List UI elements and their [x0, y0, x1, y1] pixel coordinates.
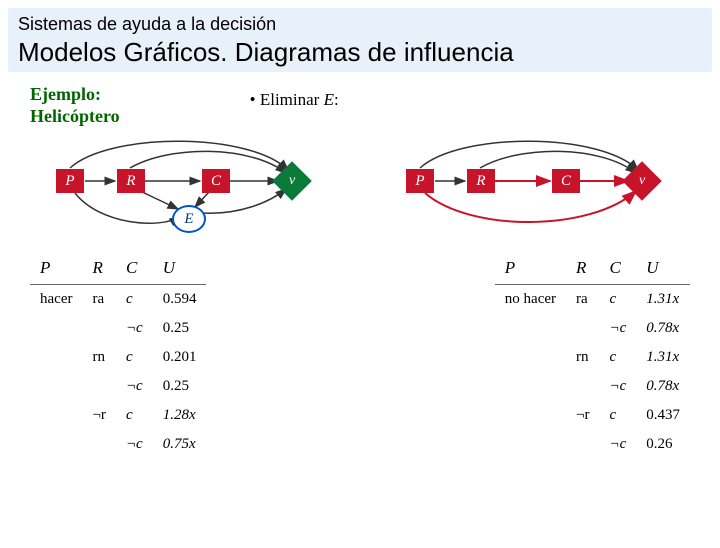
- table-row: ¬rc1.28x: [30, 401, 206, 430]
- diagrams-row: P R C E v: [0, 127, 720, 247]
- bullet-var: E: [324, 90, 334, 109]
- header: Sistemas de ayuda a la decisión Modelos …: [8, 8, 712, 72]
- bullet-prefix: • Eliminar: [250, 90, 324, 109]
- table-row: ¬c0.78x: [495, 314, 690, 343]
- node-E: E: [172, 205, 206, 233]
- table-row: ¬c0.26: [495, 430, 690, 459]
- th-P: P: [30, 252, 82, 285]
- th-P-r: P: [495, 252, 566, 285]
- example-line2: Helicóptero: [30, 106, 120, 126]
- page-subtitle: Sistemas de ayuda a la decisión: [18, 14, 702, 35]
- table-row: rnc0.201: [30, 343, 206, 372]
- node-P: P: [56, 169, 84, 193]
- th-C: C: [116, 252, 153, 285]
- node-v-left: v: [272, 161, 312, 201]
- diagram-right: P R C v: [380, 137, 690, 247]
- node-C-r: C: [552, 169, 580, 193]
- table-row: ¬c0.75x: [30, 430, 206, 459]
- table-row: ¬c0.25: [30, 372, 206, 401]
- example-label: Ejemplo: Helicóptero: [30, 84, 120, 127]
- th-U: U: [153, 252, 207, 285]
- eliminate-bullet: • Eliminar E:: [250, 90, 339, 127]
- page-title: Modelos Gráficos. Diagramas de influenci…: [18, 37, 702, 68]
- table-row: ¬c0.25: [30, 314, 206, 343]
- node-P-r: P: [406, 169, 434, 193]
- node-v-right: v: [622, 161, 662, 201]
- node-R: R: [117, 169, 145, 193]
- example-row: Ejemplo: Helicóptero • Eliminar E:: [30, 84, 720, 127]
- example-line1: Ejemplo:: [30, 84, 101, 104]
- th-U-r: U: [636, 252, 690, 285]
- th-R-r: R: [566, 252, 599, 285]
- th-C-r: C: [599, 252, 636, 285]
- table-row: ¬rc0.437: [495, 401, 690, 430]
- tables-row: P R C U hacerrac0.594 ¬c0.25 rnc0.201 ¬c…: [0, 247, 720, 459]
- diagram-left: P R C E v: [30, 137, 340, 247]
- th-R: R: [82, 252, 115, 285]
- utility-table-left: P R C U hacerrac0.594 ¬c0.25 rnc0.201 ¬c…: [30, 252, 206, 459]
- node-C: C: [202, 169, 230, 193]
- bullet-suffix: :: [334, 90, 339, 109]
- table-row: no hacerrac1.31x: [495, 285, 690, 315]
- utility-table-right: P R C U no hacerrac1.31x ¬c0.78x rnc1.31…: [495, 252, 690, 459]
- table-row: ¬c0.78x: [495, 372, 690, 401]
- node-R-r: R: [467, 169, 495, 193]
- table-row: rnc1.31x: [495, 343, 690, 372]
- table-row: hacerrac0.594: [30, 285, 206, 315]
